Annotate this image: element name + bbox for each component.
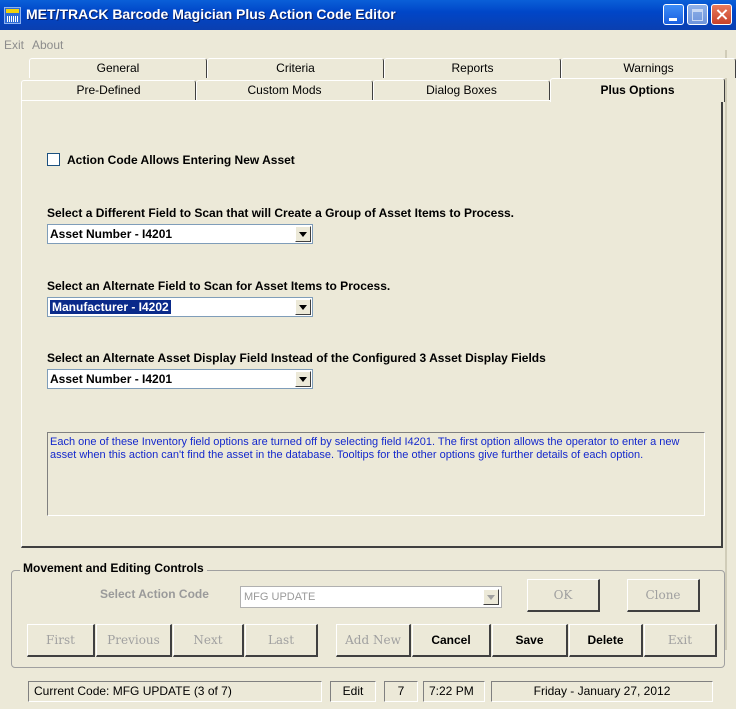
group-field-label: Select a Different Field to Scan that wi… (47, 206, 515, 220)
tab-pre-defined[interactable]: Pre-Defined (21, 80, 196, 100)
save-button[interactable]: Save (492, 624, 568, 657)
chevron-down-icon[interactable] (483, 589, 499, 605)
display-field-value: Asset Number - I4201 (50, 372, 173, 386)
tab-criteria[interactable]: Criteria (207, 58, 384, 78)
exit-button[interactable]: Exit (644, 624, 717, 657)
action-code-value: MFG UPDATE (244, 591, 316, 603)
tab-plus-options[interactable]: Plus Options (550, 78, 725, 102)
allow-new-asset-checkbox[interactable] (47, 153, 60, 166)
display-field-select[interactable]: Asset Number - I4201 (47, 369, 313, 389)
alternate-field-value: Manufacturer - I4202 (49, 299, 172, 315)
menu-bar (0, 30, 736, 50)
action-code-select[interactable]: MFG UPDATE (240, 586, 502, 608)
tab-custom-mods[interactable]: Custom Mods (196, 80, 373, 100)
window-title: MET/TRACK Barcode Magician Plus Action C… (26, 6, 396, 22)
clone-button[interactable]: Clone (627, 579, 700, 612)
alternate-field-select[interactable]: Manufacturer - I4202 (47, 297, 313, 317)
info-box: Each one of these Inventory field option… (47, 432, 705, 516)
status-current-code: Current Code: MFG UPDATE (3 of 7) (28, 681, 322, 702)
group-field-value: Asset Number - I4201 (50, 227, 173, 241)
allow-new-asset-label: Action Code Allows Entering New Asset (67, 153, 295, 167)
last-button[interactable]: Last (245, 624, 318, 657)
group-field-select[interactable]: Asset Number - I4201 (47, 224, 313, 244)
delete-button[interactable]: Delete (569, 624, 643, 657)
alternate-field-label: Select an Alternate Field to Scan for As… (47, 279, 391, 293)
status-date: Friday - January 27, 2012 (491, 681, 713, 702)
chevron-down-icon[interactable] (295, 299, 311, 315)
chevron-down-icon[interactable] (295, 226, 311, 242)
status-time: 7:22 PM (423, 681, 485, 702)
tab-warnings[interactable]: Warnings (561, 58, 736, 78)
first-button[interactable]: First (27, 624, 95, 657)
add-new-button[interactable]: Add New (336, 624, 411, 657)
window-edge (725, 50, 727, 650)
tab-reports[interactable]: Reports (384, 58, 561, 78)
tab-dialog-boxes[interactable]: Dialog Boxes (373, 80, 550, 100)
previous-button[interactable]: Previous (96, 624, 172, 657)
status-mode: Edit (330, 681, 376, 702)
maximize-button[interactable] (687, 4, 708, 25)
menu-exit[interactable]: Exit (4, 38, 24, 52)
ok-button[interactable]: OK (527, 579, 600, 612)
app-icon[interactable] (4, 7, 21, 24)
select-action-code-label: Select Action Code (100, 587, 209, 601)
close-button[interactable] (711, 4, 732, 25)
cancel-button[interactable]: Cancel (412, 624, 491, 657)
tab-general[interactable]: General (29, 58, 207, 78)
chevron-down-icon[interactable] (295, 371, 311, 387)
display-field-label: Select an Alternate Asset Display Field … (47, 351, 546, 365)
movement-controls-title: Movement and Editing Controls (20, 561, 207, 575)
status-count: 7 (384, 681, 418, 702)
next-button[interactable]: Next (173, 624, 244, 657)
menu-about[interactable]: About (32, 38, 63, 52)
minimize-button[interactable] (663, 4, 684, 25)
